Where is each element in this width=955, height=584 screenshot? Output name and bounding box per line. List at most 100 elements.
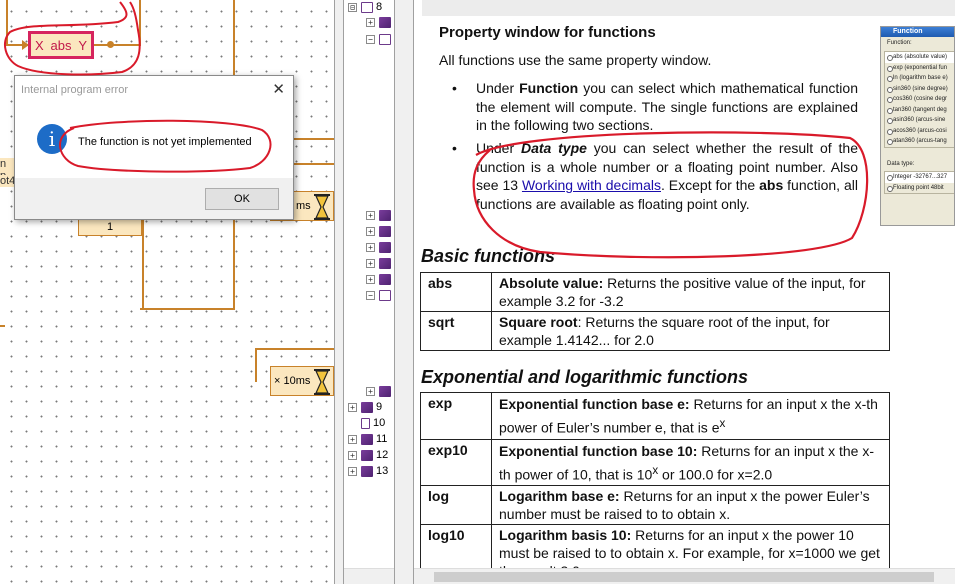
content-horizontal-scrollbar[interactable]	[414, 568, 955, 584]
function-options: abs (absolute value) exp (exponential fu…	[884, 51, 954, 148]
dialog-footer: OK	[15, 178, 293, 219]
pane-splitter[interactable]	[394, 0, 414, 584]
function-name: Exponential function base 10:	[499, 442, 698, 459]
tree-toggle[interactable]: ⊟	[348, 2, 357, 12]
text-bold-italic: Data type	[520, 140, 587, 156]
function-name: Exponential function base e:	[499, 396, 690, 412]
tree-toggle[interactable]: +	[366, 242, 375, 252]
junction-dot	[107, 41, 114, 48]
tree-node[interactable]: +13	[348, 464, 388, 478]
working-with-decimals-link[interactable]: Working with decimals	[522, 177, 661, 193]
wire	[142, 218, 144, 310]
book-icon	[379, 209, 391, 221]
help-tree[interactable]: ⊟ 8 + − + + + + + − + +9 10 +11 +12 +13	[344, 0, 394, 584]
help-content: Property window for functions All functi…	[414, 0, 955, 584]
tree-node[interactable]: +	[366, 224, 394, 238]
tree-toggle[interactable]: +	[348, 466, 357, 476]
function-name: Logarithm basis 10:	[499, 527, 632, 544]
wire	[255, 348, 257, 382]
partial-block-label: ot4	[0, 175, 16, 187]
radio-option: asin360 (arcus-sine	[885, 115, 954, 126]
function-desc: Logarithm base e: Returns for an input x…	[491, 485, 890, 526]
wire	[139, 0, 141, 46]
tree-node-label: 12	[376, 449, 389, 461]
thumbnail-label: Data type:	[887, 161, 915, 167]
tree-node[interactable]: +	[366, 208, 394, 222]
book-icon	[361, 449, 373, 461]
function-desc: Exponential function base e: Returns for…	[491, 392, 890, 440]
abs-function-block[interactable]: X abs Y	[28, 31, 94, 59]
text-bold: Function	[519, 80, 579, 96]
tree-toggle[interactable]: +	[366, 226, 375, 236]
wire	[0, 325, 5, 327]
tree-node-label: 10	[373, 417, 386, 429]
tree-node[interactable]: +	[366, 256, 394, 270]
info-icon: i	[37, 124, 67, 154]
pane-splitter[interactable]	[334, 0, 344, 584]
abs-input-label: X	[35, 37, 44, 53]
circuit-canvas[interactable]: X abs Y n p ot4 1 ms × 10ms Internal pro…	[0, 0, 334, 584]
book-icon	[379, 241, 391, 253]
tree-toggle[interactable]: +	[348, 450, 357, 460]
wire	[256, 348, 334, 350]
thumbnail-label: Function:	[887, 40, 912, 46]
tree-node[interactable]: ⊟ 8	[348, 0, 382, 14]
tree-node[interactable]: −	[366, 32, 394, 46]
function-table: abs Absolute value: Returns the positive…	[420, 272, 890, 351]
table-row: sqrt Square root: Returns the square roo…	[420, 311, 890, 351]
dialog-title: Internal program error	[21, 84, 128, 96]
tree-toggle[interactable]: +	[366, 258, 375, 268]
section-heading: Property window for functions	[439, 24, 656, 41]
tree-node[interactable]: −	[366, 288, 394, 302]
table-row: log Logarithm base e: Returns for an inp…	[420, 485, 890, 526]
text: Under	[476, 140, 521, 156]
book-icon	[379, 273, 391, 285]
tree-node[interactable]: +	[366, 15, 394, 29]
table-row: exp10 Exponential function base 10: Retu…	[420, 438, 890, 487]
abs-block-name: abs	[50, 37, 72, 53]
book-icon	[379, 16, 391, 28]
constant-block[interactable]: 1	[78, 218, 142, 236]
tree-toggle[interactable]: −	[366, 290, 375, 300]
tree-toggle[interactable]: +	[366, 210, 375, 220]
table-row: abs Absolute value: Returns the positive…	[420, 272, 890, 312]
tree-toggle[interactable]: +	[366, 17, 375, 27]
tree-node[interactable]: +	[366, 240, 394, 254]
function-desc: Square root: Returns the square root of …	[491, 311, 890, 351]
wire	[94, 44, 140, 46]
tree-node[interactable]: +9	[348, 400, 382, 414]
close-icon[interactable]: ✕	[272, 80, 285, 98]
radio-option: Floating point 48bit	[885, 183, 954, 194]
timer-block[interactable]: × 10ms	[270, 366, 334, 396]
book-icon	[361, 401, 373, 413]
timer-label: × 10ms	[274, 375, 311, 387]
tree-node[interactable]: +11	[348, 432, 387, 446]
tree-toggle[interactable]: +	[366, 274, 375, 284]
scrollbar-thumb[interactable]	[434, 572, 934, 582]
tree-toggle[interactable]: +	[348, 402, 357, 412]
function-key: exp	[420, 392, 492, 440]
wire	[293, 163, 334, 165]
tree-node[interactable]: +12	[348, 448, 388, 462]
tree-node[interactable]: 10	[361, 416, 385, 430]
tree-toggle[interactable]: −	[366, 34, 375, 44]
book-icon	[361, 465, 373, 477]
radio-option: Integer -32767...327	[885, 172, 954, 183]
tree-node[interactable]: +	[366, 272, 394, 286]
hourglass-icon	[314, 194, 330, 220]
tree-toggle[interactable]: +	[348, 434, 357, 444]
tree-toggle[interactable]: +	[366, 386, 375, 396]
text: or 100.0 for x=2.0	[658, 466, 773, 483]
property-window-thumbnail: Function Function: abs (absolute value) …	[880, 26, 955, 226]
function-name: Square root	[499, 314, 578, 330]
book-icon	[361, 433, 373, 445]
superscript: x	[719, 417, 726, 430]
function-name: Absolute value:	[499, 275, 604, 291]
tree-node-label: 8	[376, 1, 383, 13]
ok-button[interactable]: OK	[205, 188, 279, 210]
function-key: log	[420, 485, 492, 526]
book-icon	[379, 225, 391, 237]
function-table: exp Exponential function base e: Returns…	[420, 392, 890, 583]
tree-node[interactable]: +	[366, 384, 394, 398]
tree-horizontal-scrollbar[interactable]	[344, 568, 394, 584]
